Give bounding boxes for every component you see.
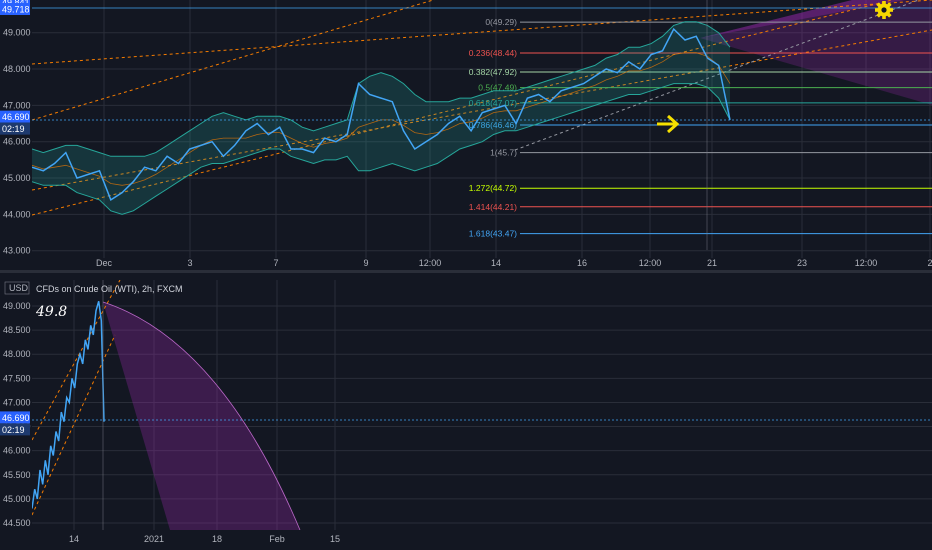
price-tag-46.690: 46.690 — [2, 413, 30, 423]
y-tick-label: 48.500 — [3, 325, 31, 335]
x-tick-label: 12:00 — [639, 258, 662, 268]
chart-canvas[interactable]: 0(49.29)0.236(48.44)0.382(47.92)0.5(47.4… — [0, 0, 932, 550]
main-price-panel[interactable]: 0(49.29)0.236(48.44)0.382(47.92)0.5(47.4… — [0, 0, 932, 268]
y-tick-label: 43.000 — [3, 246, 31, 256]
symbol-legend[interactable]: CFDs on Crude Oil (WTI), 2h, FXCM — [36, 284, 183, 294]
x-tick-label: 18 — [212, 534, 222, 544]
bottom-time-axis[interactable]: 14 2021 18 Feb 15 — [69, 534, 340, 544]
y-tick-label: 44.000 — [3, 209, 31, 219]
x-tick-label: 7 — [273, 258, 278, 268]
y-tick-label: 49.000 — [3, 28, 31, 38]
x-tick-label: 9 — [363, 258, 368, 268]
x-tick-label: 16 — [577, 258, 587, 268]
y-tick-label: 47.000 — [3, 100, 31, 110]
chart-window: 0(49.29) 0.236(48.44) 0.382(47.92) 0.5(47.4… — [0, 0, 932, 550]
y-tick-label: 49.000 — [3, 301, 31, 311]
x-tick-label: 3 — [187, 258, 192, 268]
y-tick-label: 47.500 — [3, 373, 31, 383]
y-tick-label: 47.000 — [3, 397, 31, 407]
fib-level-label: 0(49.29) — [485, 17, 517, 27]
y-tick-label: 46.000 — [3, 137, 31, 147]
y-tick-label: 48.000 — [3, 349, 31, 359]
y-tick-label: 48.000 — [3, 64, 31, 74]
x-tick-label: 2021 — [144, 534, 164, 544]
x-tick-label: 14 — [69, 534, 79, 544]
gear-icon[interactable] — [875, 1, 893, 19]
fan-shading — [103, 302, 300, 530]
top-price-axis[interactable]: 49.000 48.000 47.000 46.000 45.000 44.000 43.0… — [3, 28, 31, 256]
x-tick-label: 12:00 — [419, 258, 442, 268]
gear-tooth — [889, 8, 893, 12]
y-tick-label: 46.000 — [3, 446, 31, 456]
fib-level-label: 1.414(44.21) — [469, 202, 517, 212]
y-tick-label: 45.000 — [3, 173, 31, 183]
x-tick-label: Dec — [96, 258, 113, 268]
x-tick-label: 12:00 — [855, 258, 878, 268]
price-tag-46.690: 46.690 — [2, 112, 30, 122]
price-tag-02:19: 02:19 — [2, 425, 25, 435]
y-tick-label: 45.500 — [3, 470, 31, 480]
arrow-right-icon — [657, 114, 680, 134]
top-time-axis[interactable]: Dec 3 7 9 12:00 14 16 12:00 21 23 12:00 2 — [96, 258, 932, 268]
x-tick-label: 23 — [797, 258, 807, 268]
y-tick-label: 44.500 — [3, 518, 31, 528]
fib-level-label: 1.618(43.47) — [469, 229, 517, 239]
price-tag-49.718: 49.718 — [2, 5, 30, 15]
bottom-price-tags: 46.690 02:19 — [0, 411, 30, 436]
currency-label: USD — [9, 283, 29, 293]
x-tick-label: 15 — [330, 534, 340, 544]
x-tick-label: Feb — [269, 534, 285, 544]
price-series-line-2[interactable] — [32, 300, 105, 509]
y-tick-label: 45.000 — [3, 494, 31, 504]
fib-level-label: 0.382(47.92) — [469, 67, 517, 77]
fib-level-label: 1(45.7) — [490, 148, 517, 158]
x-tick-label: 2 — [927, 258, 932, 268]
x-tick-label: 14 — [491, 258, 501, 268]
gear-tooth — [875, 8, 879, 12]
fib-level-label: 1.272(44.72) — [469, 183, 517, 193]
fib-level-label: 0.236(48.44) — [469, 48, 517, 58]
gear-tooth — [882, 1, 886, 5]
x-tick-label: 21 — [707, 258, 717, 268]
bollinger-band-fill — [32, 21, 730, 215]
secondary-chart-panel[interactable]: 49.00048.50048.00047.50047.00046.50046.0… — [0, 280, 932, 544]
price-tag-02:19: 02:19 — [2, 124, 25, 134]
gear-tooth — [882, 15, 886, 19]
big-value-label: 49.8 — [35, 304, 67, 320]
pane-separator[interactable] — [0, 270, 932, 273]
